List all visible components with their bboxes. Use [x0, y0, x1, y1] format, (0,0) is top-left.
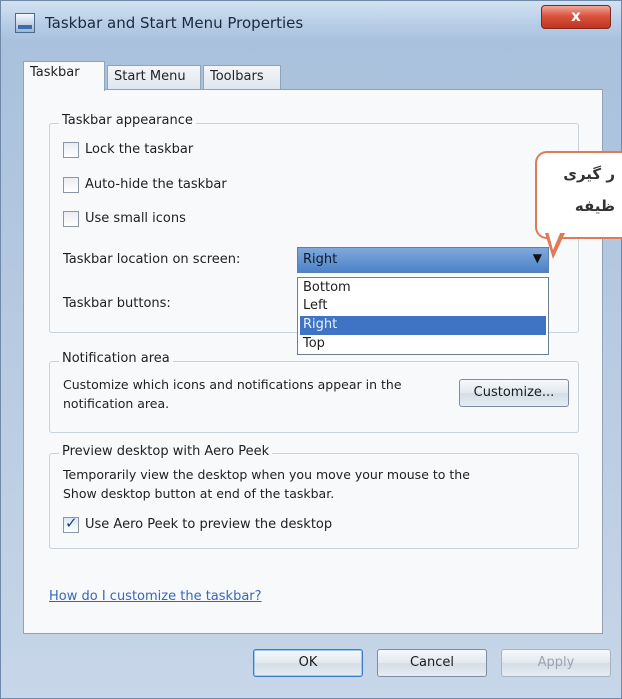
- annotation-callout: ر گیری ظیفه: [535, 151, 622, 239]
- title-bar[interactable]: Taskbar and Start Menu Properties x: [1, 1, 621, 43]
- ok-button[interactable]: OK: [253, 649, 363, 677]
- apply-button[interactable]: Apply: [501, 649, 611, 677]
- taskbar-appearance-title: Taskbar appearance: [59, 113, 196, 128]
- taskbar-location-select[interactable]: Right ▼: [297, 247, 549, 273]
- taskbar-app-icon: [15, 13, 35, 33]
- taskbar-location-label: Taskbar location on screen:: [63, 252, 241, 267]
- help-link[interactable]: How do I customize the taskbar?: [49, 589, 262, 604]
- close-button[interactable]: x: [541, 5, 611, 29]
- aero-peek-text-line1: Temporarily view the desktop when you mo…: [63, 467, 470, 482]
- callout-line-1: ر گیری: [563, 165, 615, 183]
- notification-text-line1: Customize which icons and notifications …: [63, 377, 402, 392]
- lock-taskbar-label: Lock the taskbar: [85, 142, 194, 157]
- checkmark-icon: ✓: [65, 514, 78, 532]
- option-left[interactable]: Left: [300, 297, 546, 316]
- callout-pointer: [545, 231, 565, 259]
- window-title: Taskbar and Start Menu Properties: [45, 14, 304, 32]
- cancel-button[interactable]: Cancel: [377, 649, 487, 677]
- notification-area-title: Notification area: [59, 351, 173, 366]
- aero-peek-checkbox[interactable]: ✓: [63, 514, 79, 533]
- tab-start-menu[interactable]: Start Menu: [107, 65, 201, 89]
- small-icons-checkbox[interactable]: [63, 211, 79, 227]
- tab-taskbar[interactable]: Taskbar: [23, 61, 105, 91]
- notification-text-line2: notification area.: [63, 396, 170, 411]
- taskbar-buttons-label: Taskbar buttons:: [63, 296, 171, 311]
- close-icon: x: [571, 7, 581, 25]
- auto-hide-checkbox[interactable]: [63, 177, 79, 193]
- chevron-down-icon: ▼: [532, 251, 542, 265]
- aero-peek-text-line2: Show desktop button at end of the taskba…: [63, 486, 335, 501]
- tab-toolbars[interactable]: Toolbars: [203, 65, 281, 89]
- aero-peek-label: Use Aero Peek to preview the desktop: [85, 517, 333, 532]
- option-right[interactable]: Right: [300, 316, 546, 335]
- aero-peek-title: Preview desktop with Aero Peek: [59, 444, 273, 459]
- small-icons-label: Use small icons: [85, 211, 186, 226]
- auto-hide-label: Auto-hide the taskbar: [85, 177, 227, 192]
- properties-window: Taskbar and Start Menu Properties x Task…: [0, 0, 622, 699]
- option-top[interactable]: Top: [300, 335, 546, 354]
- customize-button[interactable]: Customize...: [459, 379, 569, 407]
- callout-line-2: ظیفه: [574, 197, 615, 215]
- option-bottom[interactable]: Bottom: [300, 279, 546, 298]
- taskbar-location-options: Bottom Left Right Top: [297, 277, 549, 355]
- lock-taskbar-checkbox[interactable]: [63, 142, 79, 158]
- taskbar-location-value: Right: [303, 252, 338, 267]
